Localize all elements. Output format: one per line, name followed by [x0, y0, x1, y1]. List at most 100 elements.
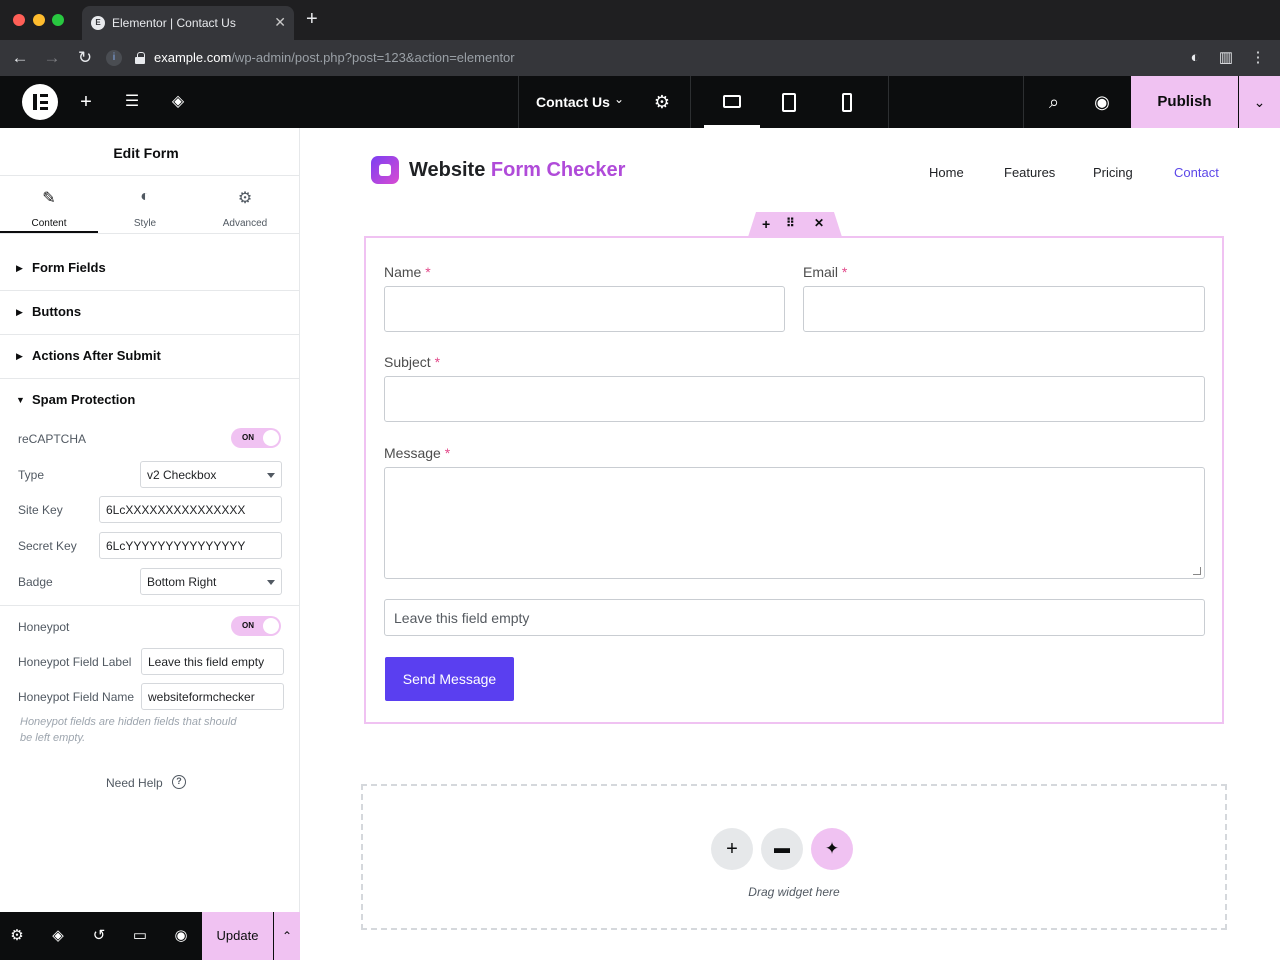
toggle-knob	[263, 618, 279, 634]
mobile-view-button[interactable]	[819, 76, 875, 128]
responsive-mode-icon[interactable]: ▭	[129, 925, 151, 947]
contact-form-widget[interactable]: Name * Email * Subject * Message * Leave…	[364, 236, 1224, 724]
ai-sparkle-icon[interactable]: ✦	[811, 828, 853, 870]
reload-icon[interactable]: ↻	[73, 46, 97, 70]
history-icon[interactable]: ↺	[88, 925, 110, 947]
message-textarea[interactable]	[384, 467, 1205, 579]
divider	[518, 76, 519, 128]
settings-gear-icon[interactable]: ⚙	[6, 925, 28, 947]
honeypot-field-label-input[interactable]: Leave this field empty	[141, 648, 284, 675]
document-title[interactable]: Contact Us	[536, 94, 610, 110]
chevron-down-icon[interactable]: ⌄	[614, 92, 624, 106]
tab-advanced[interactable]: ⚙ Advanced	[196, 176, 294, 234]
page-settings-gear-icon[interactable]: ⚙	[650, 90, 674, 114]
elementor-logo-icon[interactable]	[22, 84, 58, 120]
section-buttons[interactable]: ▶ Buttons	[0, 291, 300, 335]
tab-label: Content	[31, 218, 67, 229]
toggle-knob	[263, 430, 279, 446]
section-spam-protection[interactable]: ▼ Spam Protection	[0, 379, 300, 423]
message-field-label: Message *	[384, 445, 451, 461]
email-input[interactable]	[803, 286, 1205, 332]
nav-pricing[interactable]: Pricing	[1093, 165, 1133, 180]
editor-panel: Edit Form ✎ Content ◐ Style ⚙ Advanced ▶…	[0, 128, 300, 960]
update-button[interactable]: Update	[202, 912, 273, 960]
tab-close-icon[interactable]: ✕	[274, 14, 286, 31]
dropdown-arrow-icon	[267, 580, 275, 585]
template-folder-icon[interactable]: ▬	[761, 828, 803, 870]
help-question-icon[interactable]: ?	[172, 775, 186, 789]
maximize-window-button[interactable]	[52, 14, 64, 26]
type-select[interactable]: v2 Checkbox	[140, 461, 282, 488]
section-label: Actions After Submit	[32, 348, 161, 363]
divider	[690, 76, 691, 128]
nav-home[interactable]: Home	[929, 165, 964, 180]
update-options-chevron-icon[interactable]: ⌃	[274, 912, 300, 960]
close-window-button[interactable]	[13, 14, 25, 26]
secret-key-label: Secret Key	[18, 539, 77, 553]
need-help-link[interactable]: Need Help	[106, 776, 163, 790]
tab-title: Elementor | Contact Us	[112, 16, 236, 30]
recaptcha-toggle[interactable]: ON	[231, 428, 281, 448]
search-icon[interactable]: ⌕	[1042, 90, 1066, 114]
honeypot-input[interactable]: Leave this field empty	[384, 599, 1205, 636]
url-host: example.com	[154, 50, 232, 65]
half-circle-icon: ◐	[140, 188, 150, 205]
tablet-view-button[interactable]	[761, 76, 817, 128]
badge-select[interactable]: Bottom Right	[140, 568, 282, 595]
site-name[interactable]: Website Form Checker	[409, 159, 625, 182]
navigator-layers-icon[interactable]: ◈	[47, 925, 69, 947]
resize-grip-icon[interactable]	[1193, 567, 1201, 575]
browser-tab[interactable]: E Elementor | Contact Us ✕	[82, 6, 294, 40]
widget-drop-zone[interactable]: + ▬ ✦ Drag widget here	[361, 784, 1227, 930]
publish-options-chevron-icon[interactable]: ⌄	[1239, 76, 1280, 128]
add-widget-icon[interactable]: +	[762, 216, 770, 232]
section-actions-after-submit[interactable]: ▶ Actions After Submit	[0, 335, 300, 379]
honeypot-toggle[interactable]: ON	[231, 616, 281, 636]
honeypot-label: Honeypot	[18, 620, 70, 634]
tab-content[interactable]: ✎ Content	[0, 176, 98, 234]
new-tab-icon[interactable]: +	[306, 9, 318, 29]
minimize-window-button[interactable]	[33, 14, 45, 26]
nav-features[interactable]: Features	[1004, 165, 1055, 180]
site-key-input[interactable]: 6LcXXXXXXXXXXXXXXX	[99, 496, 282, 523]
back-arrow-icon[interactable]: ←	[8, 46, 32, 70]
add-element-icon[interactable]: +	[74, 90, 98, 114]
secret-key-input[interactable]: 6LcYYYYYYYYYYYYYYY	[99, 532, 282, 559]
section-label: Buttons	[32, 304, 82, 319]
structure-layers-icon[interactable]: ◈	[166, 90, 190, 114]
lock-icon	[135, 52, 145, 64]
section-form-fields[interactable]: ▶ Form Fields	[0, 247, 300, 291]
tab-style[interactable]: ◐ Style	[96, 176, 194, 234]
elementor-top-bar: + ☰ ◈ Contact Us ⌄ ⚙ ⌕ ◉ Publish ⌄	[0, 76, 1280, 128]
section-label: Spam Protection	[32, 392, 136, 407]
forward-arrow-icon[interactable]: →	[40, 46, 64, 70]
site-logo-icon[interactable]	[371, 156, 399, 184]
site-settings-sliders-icon[interactable]: ☰	[120, 90, 144, 114]
honeypot-field-name-input[interactable]: websiteformchecker	[141, 683, 284, 710]
site-info-icon[interactable]: i	[106, 50, 122, 66]
send-message-button[interactable]: Send Message	[385, 657, 514, 701]
desktop-view-button[interactable]	[704, 76, 760, 128]
site-key-label: Site Key	[18, 503, 63, 517]
name-input[interactable]	[384, 286, 785, 332]
drag-handle-icon[interactable]: ⠿	[786, 216, 795, 230]
preview-eye-icon[interactable]: ◉	[170, 925, 192, 947]
publish-button[interactable]: Publish	[1131, 76, 1238, 128]
subject-input[interactable]	[384, 376, 1205, 422]
tab-label: Advanced	[222, 218, 268, 229]
caret-right-icon: ▶	[16, 263, 23, 273]
preview-eye-icon[interactable]: ◉	[1090, 90, 1114, 114]
delete-widget-icon[interactable]: ✕	[814, 216, 824, 230]
tablet-icon	[782, 93, 796, 112]
badge-label: Badge	[18, 575, 53, 589]
nav-contact[interactable]: Contact	[1174, 165, 1219, 180]
elementor-favicon-icon: E	[91, 16, 105, 30]
browser-menu-icon[interactable]: ⋮	[1248, 48, 1268, 68]
type-label: Type	[18, 468, 45, 482]
honeypot-hint: Honeypot fields are hidden fields that s…	[20, 716, 237, 744]
preview-canvas: Website Form Checker Home Features Prici…	[301, 128, 1280, 960]
extension-icon[interactable]: ◐	[1185, 48, 1205, 68]
add-section-icon[interactable]: +	[711, 828, 753, 870]
sidebar-toggle-icon[interactable]: ▥	[1216, 48, 1236, 68]
address-bar[interactable]: example.com/wp-admin/post.php?post=123&a…	[154, 50, 515, 65]
